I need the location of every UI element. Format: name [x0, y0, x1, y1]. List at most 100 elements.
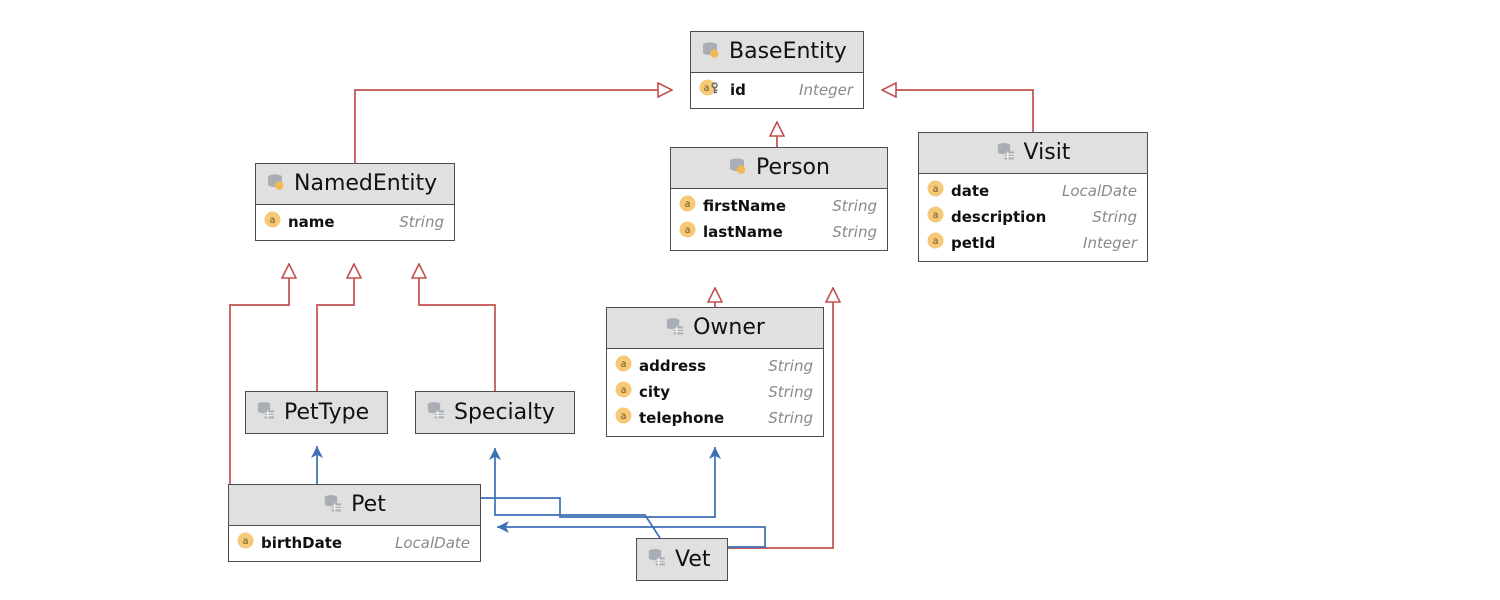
- class-header-pettype: PetType: [246, 392, 387, 433]
- edge-pettype-to-namedentity: [316, 264, 354, 391]
- attribute-row[interactable]: a date LocalDate: [919, 178, 1147, 204]
- attribute-type: String: [768, 357, 813, 375]
- svg-text:a: a: [685, 225, 691, 236]
- attribute-row[interactable]: a address String: [607, 353, 823, 379]
- database-dot-icon: [266, 172, 286, 197]
- edge-namedentity-to-baseentity: [354, 90, 672, 163]
- attribute-icon: a: [927, 232, 944, 254]
- svg-text:a: a: [621, 359, 627, 370]
- attribute-row[interactable]: a telephone String: [607, 405, 823, 431]
- attribute-name: birthDate: [261, 534, 343, 552]
- attribute-icon: a: [237, 532, 254, 554]
- attribute-name: date: [951, 182, 990, 200]
- attributes-baseentity: a id Integer: [691, 73, 863, 108]
- attribute-icon: a: [615, 381, 632, 403]
- attribute-type: String: [768, 409, 813, 427]
- attribute-row[interactable]: a id Integer: [691, 77, 863, 103]
- svg-text:a: a: [621, 385, 627, 396]
- attributes-person: a firstName String a lastName String: [671, 189, 887, 250]
- edge-vet-to-specialty: [489, 448, 661, 539]
- attribute-type: String: [1092, 208, 1137, 226]
- class-header-baseentity: BaseEntity: [691, 32, 863, 73]
- class-name-pettype: PetType: [284, 399, 370, 425]
- class-header-person: Person: [671, 148, 887, 189]
- attribute-name: telephone: [639, 409, 725, 427]
- svg-text:a: a: [243, 536, 249, 547]
- svg-text:a: a: [704, 83, 710, 94]
- class-header-vet: Vet: [637, 539, 727, 580]
- attribute-icon: a: [927, 206, 944, 228]
- edge-specialty-to-namedentity: [419, 264, 496, 391]
- attribute-type: String: [832, 197, 877, 215]
- attribute-key-icon: a: [699, 79, 723, 101]
- class-name-baseentity: BaseEntity: [729, 39, 847, 64]
- svg-text:a: a: [621, 411, 627, 422]
- database-dot-icon: [728, 156, 748, 181]
- uml-class-owner[interactable]: Owner a address String a city String a telephone…: [606, 307, 824, 437]
- attribute-icon: a: [679, 221, 696, 243]
- uml-class-specialty[interactable]: Specialty: [415, 391, 575, 434]
- class-name-vet: Vet: [675, 546, 711, 572]
- class-name-person: Person: [756, 155, 830, 180]
- database-table-icon: [323, 493, 343, 518]
- class-name-pet: Pet: [351, 492, 386, 517]
- class-name-visit: Visit: [1023, 140, 1071, 165]
- database-table-icon: [256, 400, 276, 425]
- class-header-namedentity: NamedEntity: [256, 164, 454, 205]
- attributes-pet: a birthDate LocalDate: [229, 526, 480, 561]
- attribute-name: city: [639, 383, 670, 401]
- attributes-visit: a date LocalDate a description String a petId In…: [919, 174, 1147, 261]
- attribute-row[interactable]: a petId Integer: [919, 230, 1147, 256]
- uml-diagram-canvas: BaseEntity a id Integer NamedEntity a name Stri…: [0, 0, 1500, 600]
- uml-class-pettype[interactable]: PetType: [245, 391, 388, 434]
- class-header-owner: Owner: [607, 308, 823, 349]
- uml-class-person[interactable]: Person a firstName String a lastName String: [670, 147, 888, 251]
- attribute-name: id: [730, 81, 746, 99]
- attribute-name: description: [951, 208, 1047, 226]
- svg-text:a: a: [685, 199, 691, 210]
- attribute-row[interactable]: a description String: [919, 204, 1147, 230]
- uml-class-vet[interactable]: Vet: [636, 538, 728, 581]
- svg-text:a: a: [933, 210, 939, 221]
- class-header-specialty: Specialty: [416, 392, 574, 433]
- class-name-namedentity: NamedEntity: [294, 171, 438, 196]
- svg-text:a: a: [933, 184, 939, 195]
- uml-class-namedentity[interactable]: NamedEntity a name String: [255, 163, 455, 241]
- attribute-icon: a: [615, 407, 632, 429]
- attribute-icon: a: [615, 355, 632, 377]
- attribute-icon: a: [679, 195, 696, 217]
- attribute-row[interactable]: a birthDate LocalDate: [229, 530, 480, 556]
- class-header-visit: Visit: [919, 133, 1147, 174]
- attributes-namedentity: a name String: [256, 205, 454, 240]
- attribute-name: address: [639, 357, 707, 375]
- attribute-row[interactable]: a city String: [607, 379, 823, 405]
- attribute-type: LocalDate: [1062, 182, 1137, 200]
- database-table-icon: [647, 547, 667, 572]
- svg-text:a: a: [933, 236, 939, 247]
- svg-text:a: a: [270, 215, 276, 226]
- attribute-name: petId: [951, 234, 996, 252]
- attribute-type: Integer: [799, 81, 853, 99]
- attribute-row[interactable]: a firstName String: [671, 193, 887, 219]
- class-name-specialty: Specialty: [454, 399, 555, 425]
- attribute-name: name: [288, 213, 335, 231]
- attribute-type: String: [399, 213, 444, 231]
- database-dot-icon: [701, 40, 721, 65]
- class-header-pet: Pet: [229, 485, 480, 526]
- attribute-row[interactable]: a lastName String: [671, 219, 887, 245]
- uml-class-visit[interactable]: Visit a date LocalDate a description String a pe…: [918, 132, 1148, 262]
- database-table-icon: [426, 400, 446, 425]
- attribute-type: Integer: [1083, 234, 1137, 252]
- edge-pet-to-owner: [481, 447, 721, 518]
- uml-class-baseentity[interactable]: BaseEntity a id Integer: [690, 31, 864, 109]
- attribute-type: String: [832, 223, 877, 241]
- attribute-row[interactable]: a name String: [256, 209, 454, 235]
- edge-visit-to-baseentity: [882, 90, 1034, 132]
- class-name-owner: Owner: [693, 315, 765, 340]
- attribute-name: firstName: [703, 197, 787, 215]
- uml-class-pet[interactable]: Pet a birthDate LocalDate: [228, 484, 481, 562]
- attribute-icon: a: [264, 211, 281, 233]
- attribute-name: lastName: [703, 223, 783, 241]
- database-table-icon: [665, 316, 685, 341]
- attribute-type: String: [768, 383, 813, 401]
